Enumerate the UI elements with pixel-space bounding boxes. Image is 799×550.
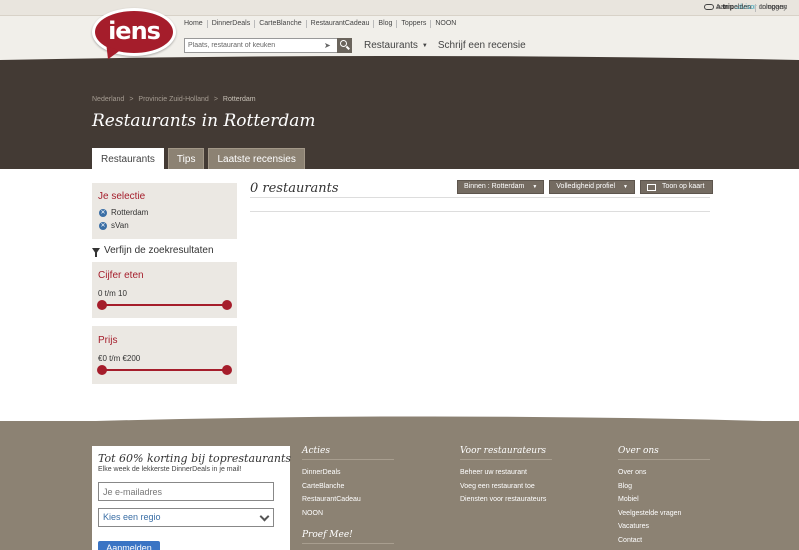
logo-text: iens [108,17,161,45]
rating-range-label: 0 t/m 10 [98,289,127,298]
price-filter-title: Prijs [98,335,118,346]
page-title: Restaurants in Rotterdam [92,111,316,131]
results-divider-top [250,197,710,198]
breadcrumb-zuid-holland[interactable]: Provincie Zuid-Holland [138,96,208,103]
footer-col-restaurateurs: Voor restaurateurs Beheer uw restaurant … [460,446,590,510]
search-bar: ➤ [184,38,352,53]
chevron-down-icon: ▼ [532,184,538,190]
footer-link[interactable]: Mobiel [618,496,748,510]
tab-latest-reviews[interactable]: Laatste recensies [208,148,305,169]
promo-title: Tot 60% korting bij toprestaurants [98,452,292,465]
region-select-label: Kies een regio [103,512,161,522]
header-wave [0,56,799,64]
footer-link[interactable]: CarteBlanche [302,483,432,497]
remove-icon[interactable]: ✕ [99,208,107,217]
completeness-dropdown[interactable]: Volledigheid profiel ▼ [549,180,635,194]
topnav-dinnerdeals[interactable]: DinnerDeals [208,20,256,28]
auth-links: Aanmelden Inloggen [712,4,787,12]
refine-heading: Verfijn de zoekresultaten [92,245,214,257]
tab-restaurants[interactable]: Restaurants [92,148,164,169]
rating-filter-box: Cijfer eten 0 t/m 10 [92,262,237,318]
footer-link[interactable]: Blog [618,483,748,497]
footer-link[interactable]: DinnerDeals [302,469,432,483]
tab-tips[interactable]: Tips [167,148,205,169]
rating-slider-max-handle[interactable] [222,300,232,310]
price-slider-max-handle[interactable] [222,365,232,375]
filter-icon [92,247,100,257]
tab-bar: Restaurants Tips Laatste recensies [92,148,309,169]
breadcrumb-separator: > [129,96,134,103]
footer-link[interactable]: Beheer uw restaurant [460,469,590,483]
footer-col-title: Acties [302,446,394,460]
price-range-label: €0 t/m €200 [98,354,141,363]
map-icon [646,183,656,191]
hero-banner: Nederland > Provincie Zuid-Holland > Rot… [0,60,799,169]
chip-label: sVan [111,221,129,230]
price-filter-box: Prijs €0 t/m €200 [92,326,237,384]
rating-slider-min-handle[interactable] [97,300,107,310]
rating-filter-title: Cijfer eten [98,270,144,281]
results-filter-bar: Binnen : Rotterdam ▼ Volledigheid profiel… [457,180,714,194]
refine-label: Verfijn de zoekresultaten [104,245,214,256]
remove-icon[interactable]: ✕ [99,221,107,230]
locate-icon[interactable]: ➤ [324,41,333,50]
footer-link[interactable]: Veelgestelde vragen [618,510,748,524]
breadcrumb-separator: > [213,96,218,103]
within-dropdown[interactable]: Binnen : Rotterdam ▼ [457,180,545,194]
price-slider[interactable] [97,365,232,375]
rating-slider[interactable] [97,300,232,310]
within-label: Binnen : Rotterdam [464,183,525,190]
results-divider [250,211,710,212]
email-field[interactable] [98,482,274,501]
chevron-down-icon[interactable]: ▼ [422,43,428,49]
topnav-carteblanche[interactable]: CarteBlanche [255,20,307,28]
topnav-toppers[interactable]: Toppers [397,20,432,28]
promo-subtitle: Elke week de lekkerste DinnerDeals in je… [98,466,242,473]
register-link[interactable]: Aanmelden [712,4,757,12]
nav-write-review[interactable]: Schrijf een recensie [438,40,526,51]
footer-link[interactable]: RestaurantCadeau [302,496,432,510]
footer-link[interactable]: NOON [302,510,432,524]
topnav-noon[interactable]: NOON [431,20,460,28]
chevron-down-icon: ▼ [623,184,628,190]
main-nav: Restaurants ▼ Schrijf een recensie [364,40,526,51]
topnav-blog[interactable]: Blog [374,20,398,28]
breadcrumb-current: Rotterdam [222,96,256,103]
price-slider-min-handle[interactable] [97,365,107,375]
top-nav: Home DinnerDeals CarteBlanche Restaurant… [184,20,460,28]
footer-link[interactable]: Contact [618,537,748,550]
topnav-restaurantcadeau[interactable]: RestaurantCadeau [307,20,375,28]
chevron-down-icon [259,511,270,522]
footer-link[interactable]: Vacatures [618,523,748,537]
footer-link[interactable]: Diensten voor restaurateurs [460,496,590,510]
region-select[interactable]: Kies een regio [98,508,274,527]
breadcrumb: Nederland > Provincie Zuid-Holland > Rot… [92,96,256,103]
search-icon [340,40,347,47]
show-map-button[interactable]: Toon op kaart [639,180,714,194]
footer-link[interactable]: Voeg een restaurant toe [460,483,590,497]
show-map-label: Toon op kaart [661,183,705,190]
footer-col-over-ons: Over ons Over ons Blog Mobiel Veelgestel… [618,446,748,550]
footer-col-title: Over ons [618,446,710,460]
nav-restaurants[interactable]: Restaurants [364,40,418,51]
selection-box: Je selectie ✕ Rotterdam ✕ sVan [92,183,237,239]
completeness-label: Volledigheid profiel [556,183,616,190]
results-count: 0 restaurants [250,181,339,196]
footer-col-title: Voor restaurateurs [460,446,552,460]
footer-link[interactable]: Over ons [618,469,748,483]
selection-chip-rotterdam[interactable]: ✕ Rotterdam [99,208,148,217]
selection-title: Je selectie [98,191,146,202]
search-input[interactable] [184,38,337,53]
selection-chip-svan[interactable]: ✕ sVan [99,221,129,230]
breadcrumb-nederland[interactable]: Nederland [92,96,124,103]
search-button[interactable] [337,38,352,53]
chip-label: Rotterdam [111,208,149,217]
newsletter-promo: Tot 60% korting bij toprestaurants Elke … [92,446,292,550]
subscribe-button[interactable]: Aanmelden [98,541,160,550]
footer-col-acties: Acties DinnerDeals CarteBlanche Restaura… [302,446,432,523]
login-link[interactable]: Inloggen [756,4,787,12]
topnav-home[interactable]: Home [184,20,208,28]
footer-proef-mee-title: Proef Mee! [302,530,394,544]
